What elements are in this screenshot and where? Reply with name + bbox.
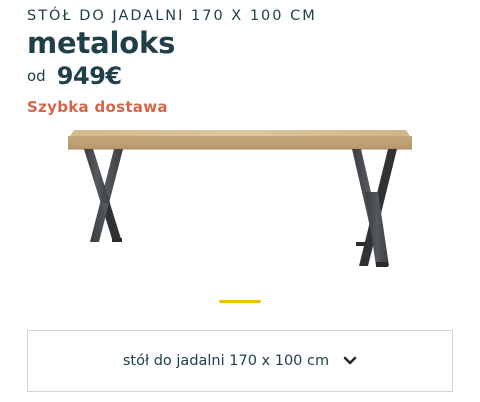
fast-delivery-label: Szybka dostawa [27,98,168,116]
price-value: 949€ [56,62,122,90]
variant-selected-label: stół do jadalni 170 x 100 cm [122,353,330,369]
chevron-down-icon [343,356,357,366]
price-prefix: od [27,67,46,85]
product-name: metaloks [27,26,176,60]
price-row: od 949€ [27,62,122,90]
dining-table-image[interactable] [60,130,420,275]
product-category: STÓŁ DO JADALNI 170 X 100 CM [27,8,317,24]
variant-select[interactable]: stół do jadalni 170 x 100 cm [27,330,453,392]
carousel-indicator[interactable] [219,300,261,303]
